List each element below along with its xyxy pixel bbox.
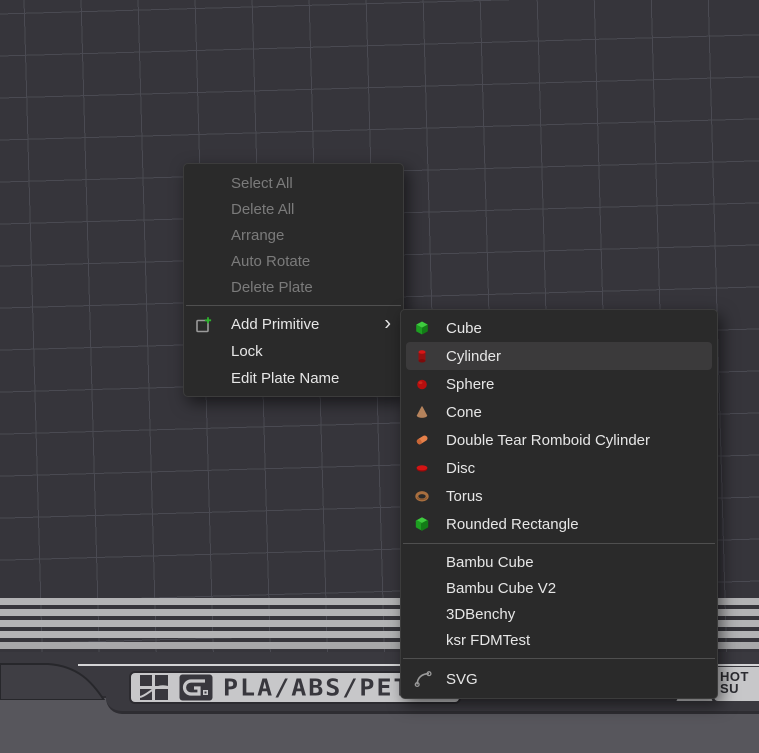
submenu-item-3dbenchy[interactable]: 3DBenchy	[406, 601, 712, 627]
submenu-item-label: Bambu Cube V2	[446, 580, 556, 597]
menu-item-label: Edit Plate Name	[231, 370, 339, 387]
plate-corner-curve	[0, 652, 130, 700]
bezier-curve-icon	[414, 670, 433, 689]
submenu-separator	[403, 543, 715, 544]
submenu-item-bambu-cube-v2[interactable]: Bambu Cube V2	[406, 575, 712, 601]
add-primitive-icon	[195, 316, 213, 334]
submenu-item-label: Cylinder	[446, 348, 501, 365]
menu-item-edit-plate-name[interactable]: Edit Plate Name	[184, 365, 403, 392]
submenu-item-cube[interactable]: Cube	[406, 314, 712, 342]
hot-warning-line2: SU	[720, 683, 759, 695]
disc-icon	[414, 460, 430, 476]
submenu-item-label: SVG	[446, 671, 478, 688]
slicer-3d-viewport[interactable]: PLA/ABS/PETG HOT SU Select All Delete Al…	[0, 0, 759, 753]
submenu-item-label: Cone	[446, 404, 482, 421]
quadrant-logo-icon	[139, 674, 169, 701]
menu-item-label: Arrange	[231, 227, 284, 244]
plate-material-label: PLA/ABS/PETG	[223, 674, 428, 701]
menu-item-auto-rotate: Auto Rotate	[184, 248, 403, 274]
menu-separator	[186, 305, 401, 306]
double-tear-romboid-cylinder-icon	[414, 432, 430, 448]
submenu-item-label: ksr FDMTest	[446, 632, 530, 649]
submenu-item-sphere[interactable]: Sphere	[406, 370, 712, 398]
chevron-right-icon: ›	[384, 312, 391, 335]
cube-icon	[414, 320, 430, 336]
submenu-item-torus[interactable]: Torus	[406, 482, 712, 510]
submenu-item-label: Rounded Rectangle	[446, 516, 579, 533]
menu-item-lock[interactable]: Lock	[184, 338, 403, 365]
submenu-item-svg[interactable]: SVG	[406, 664, 712, 694]
submenu-item-disc[interactable]: Disc	[406, 454, 712, 482]
submenu-item-label: Disc	[446, 460, 475, 477]
submenu-item-label: Torus	[446, 488, 483, 505]
submenu-item-label: 3DBenchy	[446, 606, 515, 623]
cone-icon	[414, 404, 430, 420]
hot-surface-warning: HOT SU	[714, 667, 759, 701]
menu-item-label: Delete All	[231, 201, 294, 218]
menu-item-arrange: Arrange	[184, 222, 403, 248]
submenu-item-label: Sphere	[446, 376, 494, 393]
submenu-item-rounded-rectangle[interactable]: Rounded Rectangle	[406, 510, 712, 538]
submenu-item-label: Bambu Cube	[446, 554, 534, 571]
add-primitive-submenu: Cube Cylinder Sphere	[400, 309, 718, 699]
menu-item-add-primitive[interactable]: Add Primitive ›	[184, 311, 403, 338]
menu-item-label: Select All	[231, 175, 293, 192]
sphere-icon	[414, 376, 430, 392]
menu-item-label: Lock	[231, 343, 263, 360]
submenu-item-double-tear-romboid-cylinder[interactable]: Double Tear Romboid Cylinder	[406, 426, 712, 454]
menu-item-label: Add Primitive	[231, 316, 319, 333]
menu-item-label: Delete Plate	[231, 279, 313, 296]
menu-item-delete-plate: Delete Plate	[184, 274, 403, 300]
torus-icon	[414, 488, 430, 504]
rounded-rectangle-icon	[414, 516, 430, 532]
submenu-separator	[403, 658, 715, 659]
submenu-item-label: Cube	[446, 320, 482, 337]
submenu-item-label: Double Tear Romboid Cylinder	[446, 432, 650, 449]
cylinder-icon	[414, 348, 430, 364]
submenu-item-bambu-cube[interactable]: Bambu Cube	[406, 549, 712, 575]
submenu-item-cylinder[interactable]: Cylinder	[406, 342, 712, 370]
plate-context-menu: Select All Delete All Arrange Auto Rotat…	[183, 163, 404, 397]
menu-item-delete-all: Delete All	[184, 196, 403, 222]
menu-item-select-all: Select All	[184, 170, 403, 196]
submenu-item-ksr-fdmtest[interactable]: ksr FDMTest	[406, 627, 712, 653]
g-logo-icon	[179, 674, 213, 701]
submenu-item-cone[interactable]: Cone	[406, 398, 712, 426]
menu-item-label: Auto Rotate	[231, 253, 310, 270]
